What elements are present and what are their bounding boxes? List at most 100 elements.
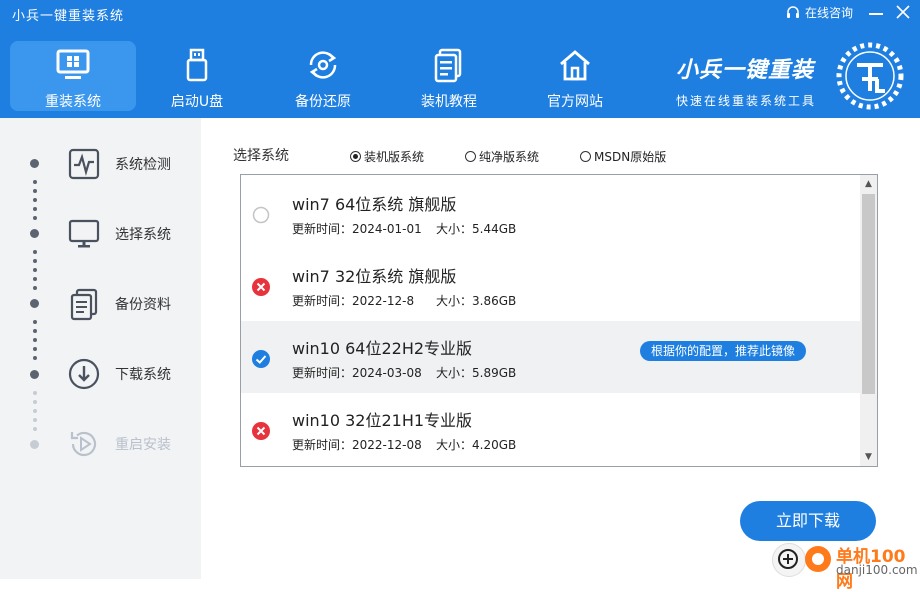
step-connector (33, 207, 37, 211)
size-label: 大小： (436, 438, 473, 452)
system-row[interactable]: win10 64位22H2专业版 更新时间：2024-03-08 大小：5.89G… (241, 321, 860, 393)
step-connector (33, 329, 37, 333)
recommend-badge: 根据你的配置，推荐此镜像 (640, 341, 807, 361)
close-icon (896, 5, 910, 19)
select-system-label: 选择系统 (233, 148, 289, 164)
step-dot (30, 440, 39, 449)
brand-slogan: 快速在线重装系统工具 (676, 94, 817, 108)
step-connector (33, 320, 37, 324)
step-connector (33, 259, 37, 263)
system-name: win10 32位21H1专业版 (292, 411, 473, 430)
monitor-icon (68, 219, 100, 248)
step-backup-data: 备份资料 (67, 287, 171, 321)
brand-name: 小兵一键重装 (676, 58, 815, 83)
online-consult-link[interactable]: 在线咨询 (785, 4, 853, 21)
brand-block: 小兵一键重装 快速在线重装系统工具 (676, 52, 816, 109)
update-date: 2022-12-08 (352, 438, 422, 452)
tab-backup-restore[interactable]: 备份还原 (260, 41, 386, 111)
minimize-button[interactable] (866, 4, 886, 22)
download-icon (68, 358, 100, 390)
step-label: 选择系统 (115, 227, 171, 243)
scroll-down-arrow-icon[interactable]: ▼ (863, 452, 874, 463)
update-label: 更新时间： (292, 294, 353, 308)
tab-label: 备份还原 (295, 94, 351, 110)
step-label: 下载系统 (115, 367, 171, 383)
step-connector (33, 286, 37, 290)
tab-official-site[interactable]: 官方网站 (512, 41, 638, 111)
step-dot (30, 159, 39, 168)
step-connector (33, 277, 37, 281)
step-label: 备份资料 (115, 297, 171, 313)
system-row[interactable]: win7 64位系统 旗舰版 更新时间：2024-01-01 大小：5.44GB (241, 177, 860, 249)
system-row[interactable]: win7 32位系统 旗舰版 更新时间：2022-12-8 大小：3.86GB (241, 249, 860, 321)
system-name: win10 64位22H2专业版 (292, 339, 473, 358)
orange-badge-icon (805, 546, 831, 572)
step-connector (33, 391, 37, 395)
step-connector (33, 338, 37, 342)
document-icon (70, 288, 98, 321)
plus-icon (778, 549, 798, 569)
download-now-button[interactable]: 立即下载 (740, 501, 876, 541)
step-connector (33, 400, 37, 404)
step-connector (33, 216, 37, 220)
radio-clean-edition[interactable]: 纯净版系统 (465, 148, 539, 165)
tab-label: 启动U盘 (170, 94, 224, 110)
error-x-icon (252, 422, 270, 440)
update-date: 2024-03-08 (352, 366, 422, 380)
system-size: 5.89GB (472, 366, 517, 380)
app-title: 小兵一键重装系统 (12, 9, 125, 24)
system-list: win7 64位系统 旗舰版 更新时间：2024-01-01 大小：5.44GB … (240, 174, 878, 467)
step-connector (33, 347, 37, 351)
system-size: 3.86GB (472, 294, 517, 308)
tab-boot-usb[interactable]: 启动U盘 (134, 41, 260, 111)
step-connector (33, 418, 37, 422)
system-row[interactable]: win10 32位21H1专业版 更新时间：2022-12-08 大小：4.20G… (241, 393, 860, 465)
tab-tutorial[interactable]: 装机教程 (386, 41, 512, 111)
watermark-line2: danji100.com (836, 563, 918, 577)
tab-label: 装机教程 (421, 94, 477, 110)
update-label: 更新时间： (292, 366, 353, 380)
step-connector (33, 268, 37, 272)
step-sidebar: 系统检测 选择系统 备份资料 下载系统 重启安装 (0, 118, 201, 579)
update-label: 更新时间： (292, 222, 353, 236)
title-bar: 小兵一键重装系统 在线咨询 重装系统 启动U盘 备份还原 装机教程 官方网站 小… (0, 0, 920, 118)
step-connector (33, 356, 37, 360)
list-scrollbar[interactable]: ▲ ▼ (860, 175, 877, 466)
update-label: 更新时间： (292, 438, 353, 452)
tab-label: 重装系统 (45, 94, 101, 110)
restart-icon (70, 431, 97, 457)
radio-install-edition[interactable]: 装机版系统 (350, 148, 424, 165)
update-date: 2022-12-8 (352, 294, 415, 308)
update-date: 2024-01-01 (352, 222, 422, 236)
tab-reinstall-system[interactable]: 重装系统 (10, 41, 136, 111)
size-label: 大小： (436, 222, 473, 236)
step-connector (33, 427, 37, 431)
radio-label: 纯净版系统 (479, 150, 540, 164)
home-icon (560, 50, 590, 81)
error-x-icon (252, 278, 270, 296)
headset-icon (787, 5, 799, 18)
radio-label: MSDN原始版 (594, 150, 667, 164)
radio-msdn-original[interactable]: MSDN原始版 (580, 148, 666, 165)
step-dot (30, 370, 39, 379)
unselected-circle-icon (252, 206, 270, 224)
size-label: 大小： (436, 366, 473, 380)
monitor-icon (56, 49, 90, 79)
step-connector (33, 250, 37, 254)
system-size: 4.20GB (472, 438, 517, 452)
system-meta: 更新时间：2024-01-01 大小：5.44GB (292, 220, 516, 237)
step-label: 重启安装 (115, 437, 171, 453)
backup-icon (309, 51, 337, 79)
system-meta: 更新时间：2022-12-8 大小：3.86GB (292, 292, 516, 309)
size-label: 大小： (436, 294, 473, 308)
step-select-system: 选择系统 (67, 217, 171, 251)
brand-logo-icon (836, 42, 904, 110)
system-meta: 更新时间：2022-12-08 大小：4.20GB (292, 436, 516, 453)
scroll-up-arrow-icon[interactable]: ▲ (863, 179, 874, 190)
scrollbar-thumb[interactable] (862, 194, 875, 394)
close-button[interactable] (893, 2, 913, 22)
tutorial-icon (434, 48, 462, 83)
radio-label: 装机版系统 (364, 150, 425, 164)
step-connector (33, 409, 37, 413)
radio-circle (465, 151, 476, 162)
